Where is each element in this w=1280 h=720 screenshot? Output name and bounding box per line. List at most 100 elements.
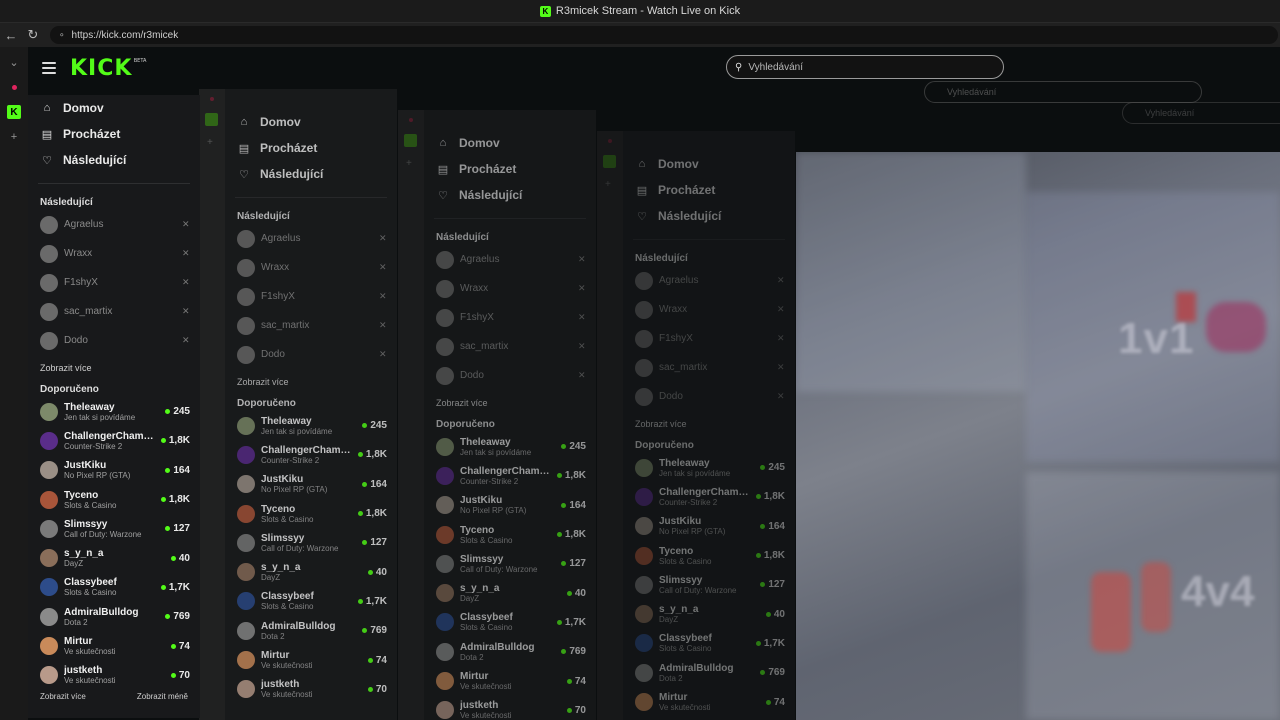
following-item[interactable]: Wraxx ✕ <box>28 239 200 268</box>
following-item[interactable]: Agraelus ✕ <box>623 266 795 295</box>
recommended-item[interactable]: ChallengerChamp... Counter-Strike 2 1,8K <box>623 482 795 511</box>
following-item[interactable]: sac_martix ✕ <box>623 353 795 382</box>
mirror-nav-following: ♡ Následující <box>239 167 324 181</box>
following-item[interactable]: sac_martix ✕ <box>424 332 596 361</box>
recording-tab[interactable] <box>4 77 24 97</box>
recommended-item[interactable]: AdmiralBulldog Dota 2 769 <box>623 658 795 687</box>
mirror-following-list: Agraelus ✕ Wraxx ✕ F1shyX ✕ sac_martix ✕ Dodo ✕ <box>623 266 795 411</box>
recommended-item[interactable]: s_y_n_a DayZ 40 <box>28 543 200 572</box>
avatar <box>40 244 58 263</box>
channel-category: Jen tak si povídáme <box>261 426 333 436</box>
recommended-item[interactable]: Classybeef Slots & Casino 1,7K <box>225 587 397 616</box>
channel-category: Ve skutečnosti <box>659 703 711 713</box>
url-field[interactable]: ⚬ https://kick.com/r3micek <box>50 26 1278 44</box>
recommended-item[interactable]: Tyceno Slots & Casino 1,8K <box>28 485 200 514</box>
following-item[interactable]: F1shyX ✕ <box>225 282 397 311</box>
menu-icon[interactable] <box>42 62 56 74</box>
following-item[interactable]: F1shyX ✕ <box>424 303 596 332</box>
recommended-item[interactable]: Theleaway Jen tak si povídáme 245 <box>28 397 200 426</box>
avatar <box>635 458 653 477</box>
back-icon[interactable]: ← <box>0 24 22 46</box>
show-more-recommended[interactable]: Zobrazit více <box>40 692 86 701</box>
channel-name: Mirtur <box>460 671 489 683</box>
kick-tab[interactable]: K <box>4 102 24 122</box>
recommended-item[interactable]: Tyceno Slots & Casino 1,8K <box>225 499 397 528</box>
show-less-recommended[interactable]: Zobrazit méně <box>137 692 188 701</box>
viewer-count: 74 <box>367 655 387 666</box>
mirror-nav-browse: ▤ Procházet <box>238 141 318 155</box>
url-text: https://kick.com/r3micek <box>71 29 179 41</box>
following-item[interactable]: Wraxx ✕ <box>424 274 596 303</box>
recommended-item[interactable]: Slimssyy Call of Duty: Warzone 127 <box>623 570 795 599</box>
recommended-item[interactable]: Classybeef Slots & Casino 1,7K <box>28 573 200 602</box>
recommended-item[interactable]: AdmiralBulldog Dota 2 769 <box>225 616 397 645</box>
recommended-item[interactable]: justkethVe skutečnosti 70 <box>28 661 200 690</box>
recommended-item[interactable]: Tyceno Slots & Casino 1,8K <box>623 541 795 570</box>
avatar <box>40 519 58 538</box>
recommended-item[interactable]: JustKiku No Pixel RP (GTA) 164 <box>424 491 596 520</box>
recommended-item[interactable]: ChallengerChamp... Counter-Strike 2 1,8K <box>424 461 596 490</box>
following-item[interactable]: Dodo ✕ <box>225 340 397 369</box>
recommended-item[interactable]: AdmiralBulldog Dota 2 769 <box>28 602 200 631</box>
video-player[interactable]: 1v1 4v4 <box>796 152 1280 720</box>
recommended-item[interactable]: Theleaway Jen tak si povídáme 245 <box>225 411 397 440</box>
recommended-item[interactable]: s_y_n_a DayZ 40 <box>225 557 397 586</box>
following-item[interactable]: Dodo ✕ <box>28 326 200 355</box>
recommended-item[interactable]: Theleaway Jen tak si povídáme 245 <box>424 432 596 461</box>
recommended-item[interactable]: ChallengerChamp... Counter-Strike 2 1,8K <box>225 440 397 469</box>
following-item[interactable]: Dodo ✕ <box>623 382 795 411</box>
viewer-count: 1,7K <box>160 582 190 593</box>
following-item[interactable]: sac_martix ✕ <box>28 297 200 326</box>
recommended-item[interactable]: justkethVe skutečnosti 70 <box>424 696 596 720</box>
recommended-item[interactable]: Mirtur Ve skutečnosti 74 <box>28 631 200 660</box>
recommended-item[interactable]: AdmiralBulldog Dota 2 769 <box>424 637 596 666</box>
recommended-item[interactable]: Mirtur Ve skutečnosti 74 <box>623 687 795 716</box>
recommended-item[interactable]: Mirtur Ve skutečnosti 74 <box>424 666 596 695</box>
kick-logo[interactable]: KICK BETA <box>70 56 146 81</box>
recommended-item[interactable]: JustKiku No Pixel RP (GTA) 164 <box>623 512 795 541</box>
sidebar: ⌂ Domov ▤ Procházet ♡ Následující Násled… <box>28 95 200 718</box>
avatar <box>237 416 255 435</box>
recommended-item[interactable]: s_y_n_a DayZ 40 <box>623 599 795 628</box>
search-input[interactable]: ⚲ Vyhledávání <box>726 55 1004 79</box>
recommended-item[interactable]: ChallengerChamp... Counter-Strike 2 1,8K <box>28 426 200 455</box>
nav-following[interactable]: ♡ Následující <box>28 147 200 173</box>
recommended-item[interactable]: JustKiku No Pixel RP (GTA) 164 <box>28 456 200 485</box>
live-dot-icon <box>362 423 368 429</box>
avatar <box>635 546 653 565</box>
following-item[interactable]: Agraelus ✕ <box>28 210 200 239</box>
following-item[interactable]: F1shyX ✕ <box>28 268 200 297</box>
following-item[interactable]: Agraelus ✕ <box>225 224 397 253</box>
recommended-item[interactable]: Classybeef Slots & Casino 1,7K <box>623 629 795 658</box>
following-item[interactable]: Wraxx ✕ <box>623 295 795 324</box>
beta-badge: BETA <box>133 57 147 64</box>
recommended-item[interactable]: Classybeef Slots & Casino 1,7K <box>424 608 596 637</box>
recommended-item[interactable]: s_y_n_a DayZ 40 <box>424 578 596 607</box>
channel-category: Call of Duty: Warzone <box>64 529 142 539</box>
following-item[interactable]: Wraxx ✕ <box>225 253 397 282</box>
channel-name: Tyceno <box>659 545 694 557</box>
chevron-down-icon[interactable]: ⌄ <box>4 52 24 72</box>
recommended-item[interactable]: Theleaway Jen tak si povídáme 245 <box>623 453 795 482</box>
following-item[interactable]: sac_martix ✕ <box>225 311 397 340</box>
recommended-item[interactable]: Tyceno Slots & Casino 1,8K <box>424 520 596 549</box>
recommended-item[interactable]: Slimssyy Call of Duty: Warzone 127 <box>28 514 200 543</box>
show-more-following[interactable]: Zobrazit více <box>28 355 200 381</box>
recommended-item[interactable]: Mirtur Ve skutečnosti 74 <box>225 645 397 674</box>
live-dot-icon <box>760 523 766 529</box>
recommended-item[interactable]: Slimssyy Call of Duty: Warzone 127 <box>225 528 397 557</box>
following-item[interactable]: Agraelus ✕ <box>424 245 596 274</box>
live-dot-icon <box>170 672 176 678</box>
viewer-count: 70 <box>367 684 387 695</box>
new-tab-plus-icon[interactable]: + <box>4 127 24 147</box>
recommended-item[interactable]: Slimssyy Call of Duty: Warzone 127 <box>424 549 596 578</box>
following-item[interactable]: Dodo ✕ <box>424 361 596 390</box>
recommended-item[interactable]: justkethVe skutečnosti 70 <box>225 675 397 704</box>
following-item[interactable]: F1shyX ✕ <box>623 324 795 353</box>
reload-icon[interactable]: ↻ <box>22 24 44 46</box>
nav-home[interactable]: ⌂ Domov <box>28 95 200 121</box>
mirror-frame-3: + KICK ⌂Domov ▤Procházet ♡Následující Ná… <box>597 131 796 720</box>
nav-browse[interactable]: ▤ Procházet <box>28 121 200 147</box>
recommended-item[interactable]: JustKiku No Pixel RP (GTA) 164 <box>225 470 397 499</box>
live-dot-icon <box>561 502 567 508</box>
